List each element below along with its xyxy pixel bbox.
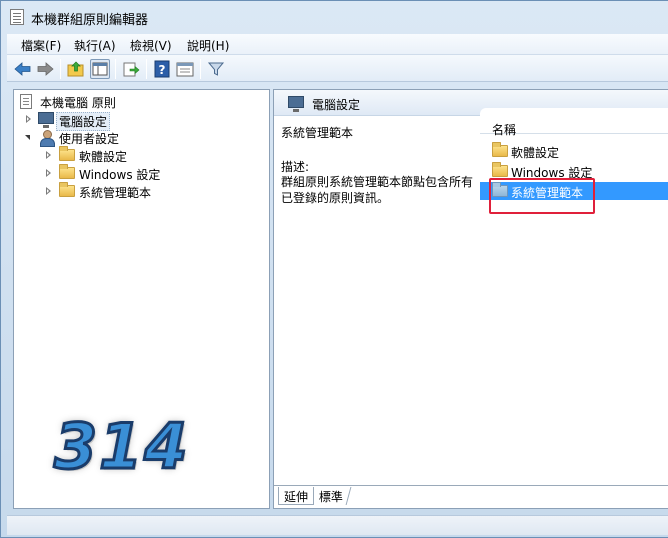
toolbar-separator [200, 59, 201, 79]
view-tabs: 延伸 標準 [274, 485, 668, 509]
tree-node-user[interactable]: 使用者設定 [24, 129, 224, 147]
main-window: 本機群組原則編輯器 檔案(F) 執行(A) 檢視(V) 說明(H) ? 本機電腦… [0, 0, 668, 538]
menu-action[interactable]: 執行(A) [74, 37, 116, 54]
title-bar[interactable]: 本機群組原則編輯器 [1, 1, 668, 34]
menu-view[interactable]: 檢視(V) [130, 37, 172, 54]
tree-node-windows[interactable]: Windows 設定 [44, 164, 244, 183]
up-folder-icon[interactable] [66, 59, 86, 79]
toolbar: ? [7, 55, 668, 82]
description-text: 群組原則系統管理範本節點包含所有已登錄的原則資訊。 [281, 175, 474, 205]
tree-root-label: 本機電腦 原則 [40, 96, 116, 110]
computer-icon [38, 112, 54, 128]
help-icon[interactable]: ? [152, 59, 172, 79]
tree-node-admin-templates-label: 系統管理範本 [79, 186, 152, 200]
tab-extended[interactable]: 延伸 [278, 487, 315, 505]
window-title: 本機群組原則編輯器 [31, 13, 149, 28]
folder-icon [59, 164, 75, 179]
properties-icon[interactable] [175, 59, 195, 79]
tree-node-software[interactable]: 軟體設定 [44, 146, 244, 165]
watermark-text: 314 [52, 409, 190, 485]
watermark-logo: 314 [52, 409, 224, 485]
list-item-label: 軟體設定 [511, 146, 560, 160]
collapse-arrow-icon[interactable] [25, 135, 30, 140]
menu-help[interactable]: 說明(H) [187, 37, 229, 54]
forward-icon[interactable] [35, 59, 55, 79]
folder-icon [492, 142, 508, 157]
tree-node-software-label: 軟體設定 [79, 150, 128, 164]
details-pane: 電腦設定 系統管理範本 描述: 群組原則系統管理範本節點包含所有已登錄的原則資訊… [273, 89, 668, 509]
expand-arrow-icon[interactable] [46, 151, 51, 159]
status-bar [7, 515, 668, 535]
tree-node-windows-label: Windows 設定 [79, 168, 161, 182]
folder-icon [59, 182, 75, 197]
tab-extended-label: 延伸 [284, 490, 309, 504]
description-title: 系統管理範本 [281, 126, 354, 140]
export-icon[interactable] [121, 59, 141, 79]
computer-icon [288, 96, 304, 112]
highlight-annotation-box [489, 178, 595, 214]
toolbar-separator [115, 59, 116, 79]
item-list[interactable]: 名稱 軟體設定 Windows 設定 系統管理範本 [480, 108, 668, 480]
user-icon [38, 130, 55, 147]
toolbar-separator [60, 59, 61, 79]
tabs-divider [274, 485, 668, 486]
column-header-name[interactable]: 名稱 [480, 108, 668, 137]
back-icon[interactable] [13, 59, 33, 79]
expand-arrow-icon[interactable] [26, 115, 31, 123]
details-header-title: 電腦設定 [312, 98, 361, 112]
menu-file[interactable]: 檔案(F) [21, 37, 61, 54]
list-item-software[interactable]: 軟體設定 [480, 142, 668, 160]
policy-editor-app-icon [10, 9, 24, 25]
tree-node-user-label: 使用者設定 [59, 132, 120, 146]
folder-icon [492, 162, 508, 177]
expand-arrow-icon[interactable] [46, 187, 51, 195]
policy-document-icon [20, 94, 32, 109]
toolbar-separator [146, 59, 147, 79]
filter-icon[interactable] [206, 59, 226, 79]
tab-standard[interactable]: 標準 [311, 487, 352, 505]
tree-root[interactable]: 本機電腦 原則 [20, 93, 260, 111]
column-header-label: 名稱 [492, 123, 517, 137]
show-tree-icon[interactable] [90, 59, 110, 79]
tab-standard-label: 標準 [318, 490, 343, 504]
description-label: 描述: [281, 160, 310, 174]
folder-icon [59, 146, 75, 161]
menu-bar: 檔案(F) 執行(A) 檢視(V) 說明(H) [7, 34, 668, 55]
tree-node-admin-templates[interactable]: 系統管理範本 [44, 182, 244, 201]
expand-arrow-icon[interactable] [46, 169, 51, 177]
tree-node-computer[interactable]: 電腦設定 [24, 111, 224, 131]
tree-pane[interactable]: 本機電腦 原則 電腦設定 使用者設定 軟體設定 Windows 設定 系統管理範… [13, 89, 270, 509]
svg-text:?: ? [159, 63, 166, 77]
